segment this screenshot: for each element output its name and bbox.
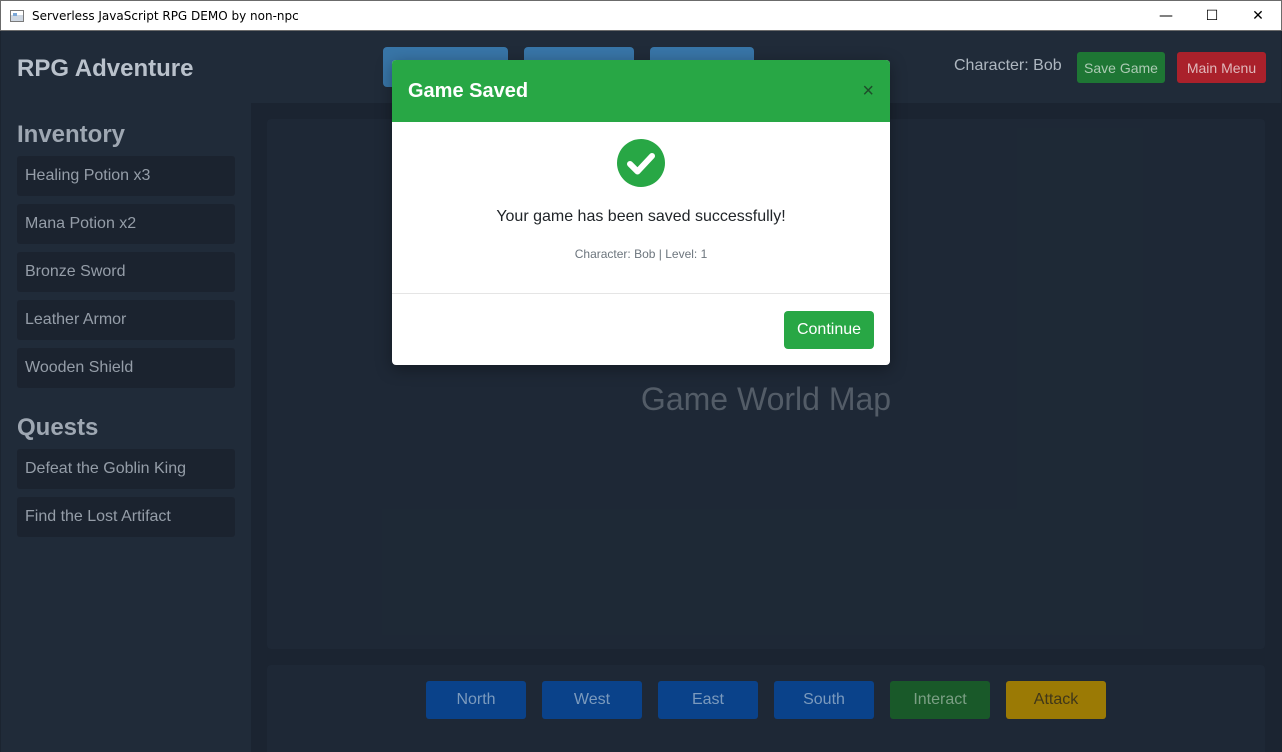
modal-title: Game Saved (408, 79, 529, 102)
app-icon (10, 9, 24, 22)
continue-button[interactable]: Continue (784, 311, 874, 349)
window-title: Serverless JavaScript RPG DEMO by non-np… (32, 8, 299, 23)
save-details: Character: Bob | Level: 1 (574, 247, 708, 261)
check-circle-icon (617, 139, 665, 187)
window-controls: — ☐ ✕ (1143, 1, 1281, 30)
game-saved-modal: Game Saved × Your game has been saved su… (392, 60, 890, 365)
save-message: Your game has been saved successfully! (496, 208, 786, 225)
modal-body: Your game has been saved successfully! C… (392, 122, 890, 294)
modal-header: Game Saved × (392, 60, 890, 122)
maximize-button[interactable]: ☐ (1189, 1, 1235, 30)
close-window-button[interactable]: ✕ (1235, 1, 1281, 30)
window-titlebar: Serverless JavaScript RPG DEMO by non-np… (0, 0, 1282, 31)
close-icon[interactable]: × (862, 81, 874, 101)
minimize-button[interactable]: — (1143, 1, 1189, 30)
